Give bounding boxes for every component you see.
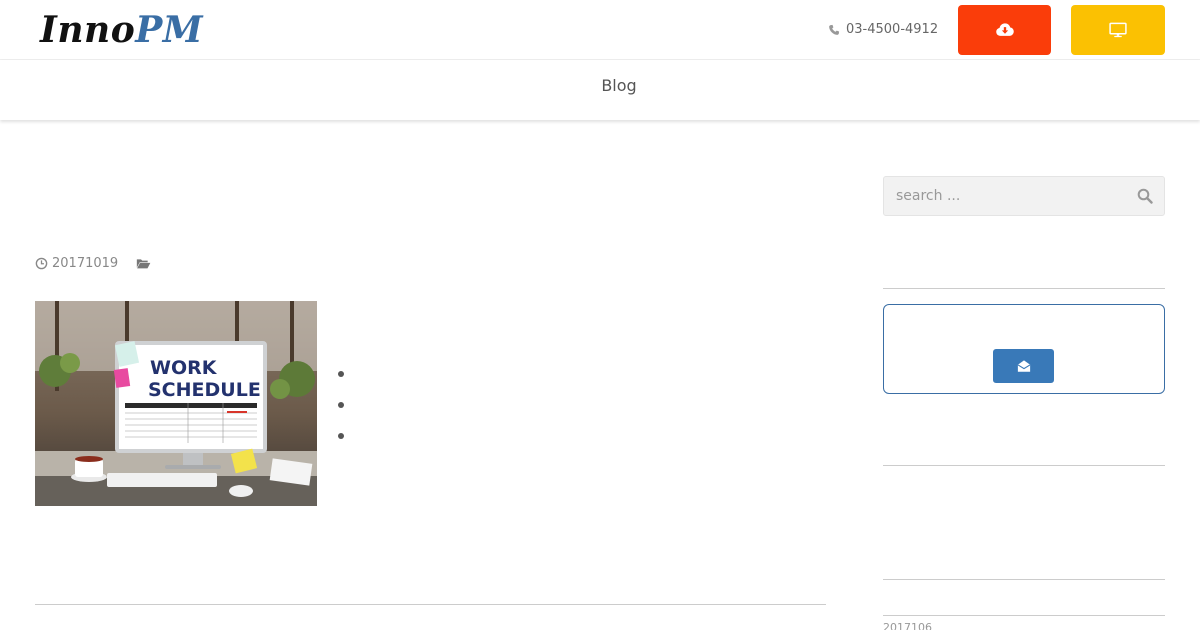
sidebar-divider — [883, 579, 1165, 580]
folder-open-icon[interactable] — [136, 257, 151, 270]
logo-text-pm: PM — [135, 9, 204, 51]
demo-button[interactable] — [1071, 5, 1165, 55]
search-form — [883, 176, 1165, 216]
envelope-open-icon — [1017, 360, 1030, 372]
phone-contact[interactable]: 03-4500-4912 — [828, 22, 938, 37]
thumb-text-schedule: SCHEDULE — [148, 379, 261, 401]
sidebar-divider — [883, 465, 1165, 466]
top-bar: InnoPM 03-4500-4912 — [0, 0, 1200, 60]
magnifier-icon[interactable] — [1137, 188, 1153, 204]
list-item — [338, 371, 344, 377]
monitor-icon — [1109, 22, 1127, 38]
cloud-download-icon — [995, 23, 1014, 36]
download-button[interactable] — [958, 5, 1051, 55]
list-item — [338, 402, 344, 408]
phone-icon — [829, 24, 840, 35]
sidebar-divider — [883, 288, 1165, 289]
recent-post-date: 2017106 — [883, 621, 932, 630]
main-navigation: Blog — [0, 60, 1200, 120]
content-divider — [35, 604, 826, 605]
site-logo[interactable]: InnoPM — [40, 8, 203, 52]
sidebar-divider — [883, 615, 1165, 616]
mail-button[interactable] — [993, 349, 1054, 383]
post-thumbnail[interactable]: WORK SCHEDULE — [35, 301, 317, 506]
clock-icon — [35, 257, 48, 270]
post-date: 20171019 — [52, 256, 119, 271]
contact-card — [883, 304, 1165, 394]
phone-number: 03-4500-4912 — [846, 22, 939, 37]
post-excerpt-list — [338, 371, 344, 464]
list-item — [338, 433, 344, 439]
search-input[interactable] — [884, 177, 1124, 215]
nav-item-blog[interactable]: Blog — [0, 76, 1200, 96]
post-meta: 20171019 — [35, 256, 151, 271]
logo-text-inno: Inno — [40, 9, 136, 51]
thumb-text-work: WORK — [150, 357, 218, 379]
